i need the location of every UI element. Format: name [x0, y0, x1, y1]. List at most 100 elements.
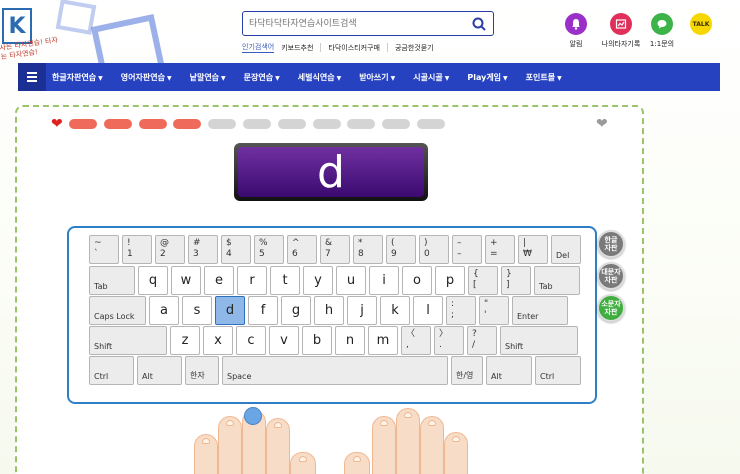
- key-shift-label: @: [160, 238, 169, 248]
- search-icon[interactable]: [471, 16, 487, 32]
- key-z: z: [170, 326, 200, 355]
- quick-link-sticker[interactable]: 타닥이스티커구매: [328, 43, 380, 53]
- bell-icon[interactable]: [565, 13, 587, 35]
- key-n: n: [335, 326, 365, 355]
- progress-pill-completed: [173, 119, 202, 129]
- progress-pill-pending: [243, 119, 271, 129]
- chevron-down-icon: ▼: [557, 74, 562, 82]
- key-w: w: [171, 266, 201, 295]
- key-base-label: [: [473, 280, 477, 290]
- key-label: p: [445, 273, 455, 288]
- key-u: u: [336, 266, 366, 295]
- key-label: Shift: [505, 342, 524, 351]
- key-label: Enter: [517, 312, 539, 321]
- nav-item[interactable]: 문장연습 ▼: [244, 72, 280, 83]
- key-shift-label: +: [490, 238, 498, 248]
- progress-pill-pending: [277, 119, 306, 129]
- key-label: f: [260, 303, 266, 318]
- chat-icon[interactable]: [651, 13, 673, 35]
- key-base-label: 0: [424, 249, 430, 259]
- quick-link-question[interactable]: 궁금한것묻기: [395, 43, 434, 53]
- uppercase-layout-button[interactable]: 대문자 자판: [597, 262, 625, 290]
- key-base-label: ]: [506, 280, 510, 290]
- key-base-label: 6: [292, 249, 298, 259]
- key-shift-label: {: [473, 269, 479, 279]
- key-label: k: [391, 303, 399, 318]
- key-label: Space: [227, 372, 252, 381]
- nav-item[interactable]: Play게임 ▼: [467, 72, 507, 83]
- nav-item[interactable]: 세벌식연습 ▼: [298, 72, 341, 83]
- key-base-label: ,: [406, 340, 409, 350]
- key-shift-label: %: [259, 238, 268, 248]
- chat-glyph: [657, 20, 667, 29]
- key-shift-label: ": [484, 299, 489, 309]
- search-input[interactable]: [249, 15, 459, 32]
- inquiry-label[interactable]: 1:1문의: [637, 39, 687, 49]
- divider: [320, 43, 322, 52]
- finger: [218, 416, 242, 474]
- key-symbol: 〉.: [434, 326, 464, 355]
- nav-items: 한글자판연습 ▼ 영어자판연습 ▼ 낱말연습 ▼ 문장연습 ▼ 세벌식연습 ▼ 받아쓰기 ▼…: [52, 63, 580, 91]
- key-label: Tab: [94, 282, 108, 291]
- chevron-down-icon: ▼: [503, 74, 508, 82]
- nav-item[interactable]: 받아쓰기 ▼: [359, 72, 395, 83]
- nav-item[interactable]: 한글자판연습 ▼: [52, 72, 103, 83]
- alarm-label[interactable]: 알림: [551, 39, 601, 49]
- chevron-down-icon: ▼: [98, 74, 103, 82]
- chart-icon[interactable]: [610, 13, 632, 35]
- key-symbol: & 7: [320, 235, 350, 264]
- key-ctrl: Ctrl: [535, 356, 581, 385]
- korean-layout-button[interactable]: 한글 자판: [597, 230, 625, 258]
- nav-item[interactable]: 낱말연습 ▼: [190, 72, 226, 83]
- site-logo[interactable]: K 사는 타자연습! 타자는 타자연습!: [0, 0, 60, 62]
- nav-item-label: 시골시골: [413, 72, 443, 82]
- progress-pill-pending: [382, 119, 411, 129]
- lowercase-layout-button[interactable]: 소문자 자판: [597, 294, 625, 322]
- key-h: h: [314, 296, 344, 325]
- key-q: q: [138, 266, 168, 295]
- hamburger-menu-icon[interactable]: [18, 63, 46, 91]
- key-label: Ctrl: [94, 372, 109, 381]
- chevron-down-icon: ▼: [166, 74, 172, 82]
- key-m: m: [368, 326, 398, 355]
- key-label: h: [324, 303, 334, 318]
- key-label: x: [214, 333, 222, 348]
- key-x: x: [203, 326, 233, 355]
- heart-filled-icon: ❤: [51, 116, 63, 132]
- nav-item[interactable]: 포인트몰 ▼: [526, 72, 562, 83]
- key-r: r: [237, 266, 267, 295]
- finger: [396, 408, 420, 474]
- key-label: Tab: [539, 282, 553, 291]
- progress-pill-pending: [347, 119, 376, 129]
- key-e: e: [204, 266, 234, 295]
- key-label: Alt: [491, 372, 502, 381]
- key-enter: Enter: [512, 296, 568, 325]
- finger-position-indicator: [244, 407, 262, 425]
- nav-item[interactable]: 영어자판연습 ▼: [121, 72, 172, 83]
- kakaotalk-icon[interactable]: TALK: [690, 13, 712, 35]
- key-symbol: " ': [479, 296, 509, 325]
- key-tab: Tab: [89, 266, 135, 295]
- key-label: Shift: [94, 342, 113, 351]
- key-symbol: | ₩: [518, 235, 548, 264]
- key-label: c: [247, 333, 255, 348]
- progress-pill-completed: [69, 119, 97, 129]
- key-label: Del: [556, 251, 570, 260]
- key-base-label: .: [439, 340, 442, 350]
- quick-link-keyboard[interactable]: 키보드추천: [281, 43, 313, 53]
- nav-item-label: 한글자판연습: [52, 72, 97, 82]
- key-symbol: – –: [452, 235, 482, 264]
- key-p: p: [435, 266, 465, 295]
- finger: [194, 434, 218, 474]
- nav-item[interactable]: 시골시골 ▼: [413, 72, 449, 83]
- nav-item-label: Play게임: [467, 72, 502, 82]
- progress-track: ❤ ❤: [51, 116, 616, 132]
- nav-item-label: 받아쓰기: [359, 72, 389, 82]
- key-d: d: [215, 296, 245, 325]
- key-base-label: 8: [358, 249, 364, 259]
- key-shift-label: &: [325, 238, 333, 248]
- logo-mark: K: [2, 8, 32, 44]
- key-base-label: 4: [226, 249, 232, 259]
- decorative-frame: [55, 0, 97, 35]
- key-symbol: % 5: [254, 235, 284, 264]
